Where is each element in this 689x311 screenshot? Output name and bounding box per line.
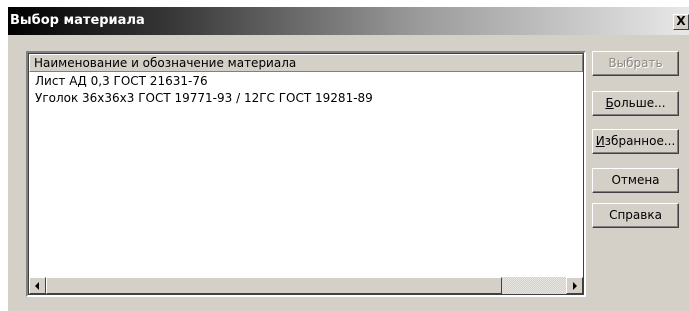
- select-button[interactable]: Выбрать: [592, 51, 679, 76]
- more-button-label: ольше...: [613, 96, 666, 110]
- cancel-button[interactable]: Отмена: [592, 168, 679, 193]
- favorites-button-mnemonic: И: [595, 134, 605, 148]
- close-icon: X: [676, 14, 686, 28]
- title-bar[interactable]: Выбор материала X: [8, 7, 689, 35]
- help-button-label: Справка: [609, 208, 662, 222]
- select-button-label: Выбрать: [608, 56, 663, 70]
- scroll-right-button[interactable]: [566, 277, 583, 294]
- material-select-dialog: Выбор материала X Наименование и обознач…: [8, 7, 689, 311]
- help-button[interactable]: Справка: [592, 203, 679, 228]
- favorites-button[interactable]: Избранное...: [592, 129, 679, 154]
- arrow-left-icon: [35, 282, 39, 290]
- material-list[interactable]: Наименование и обозначение материала Лис…: [26, 51, 586, 297]
- list-item[interactable]: Лист АД 0,3 ГОСТ 21631-76: [32, 73, 580, 90]
- close-button[interactable]: X: [673, 14, 689, 30]
- scroll-left-button[interactable]: [29, 277, 46, 294]
- arrow-right-icon: [573, 282, 577, 290]
- more-button-mnemonic: Б: [605, 96, 614, 110]
- column-header-name[interactable]: Наименование и обозначение материала: [29, 54, 583, 72]
- horizontal-scrollbar[interactable]: [29, 277, 583, 294]
- list-rows: Лист АД 0,3 ГОСТ 21631-76 Уголок 36х36х3…: [32, 73, 580, 107]
- cancel-button-label: Отмена: [611, 173, 660, 187]
- window-title: Выбор материала: [10, 13, 145, 28]
- list-item[interactable]: Уголок 36х36х3 ГОСТ 19771-93 / 12ГС ГОСТ…: [32, 90, 580, 107]
- favorites-button-label: збранное...: [604, 134, 676, 148]
- more-button[interactable]: Больше...: [592, 91, 679, 116]
- scrollbar-thumb[interactable]: [46, 277, 502, 294]
